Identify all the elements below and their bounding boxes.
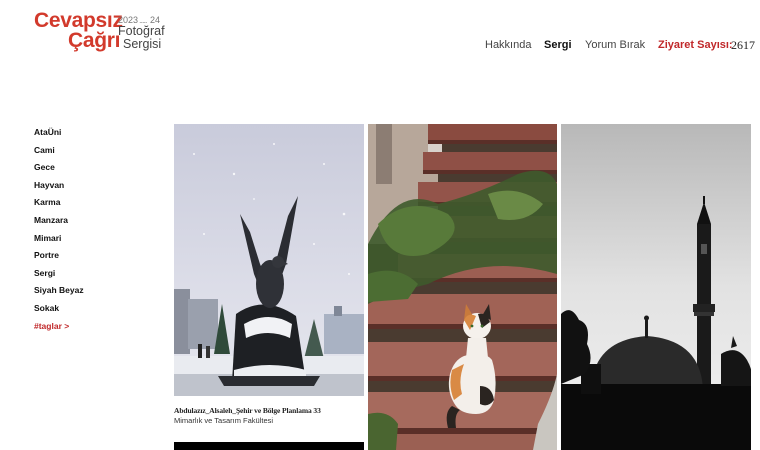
sidebar-item-siyah-beyaz[interactable]: Siyah Beyaz bbox=[34, 284, 154, 302]
sidebar-item-mimari[interactable]: Mimari bbox=[34, 232, 154, 250]
mosque-silhouette-image bbox=[561, 124, 751, 450]
sidebar-item-gece[interactable]: Gece bbox=[34, 161, 154, 179]
sidebar-item-portre[interactable]: Portre bbox=[34, 249, 154, 267]
gallery-photo-mosque-silhouette[interactable] bbox=[561, 124, 751, 450]
gallery-photo-cat-on-stairs[interactable] bbox=[368, 124, 557, 450]
top-nav: Hakkında Sergi Yorum Bırak Ziyaret Sayıs… bbox=[0, 38, 760, 55]
gallery-photo-next-partial[interactable] bbox=[174, 442, 364, 450]
nav-link-about[interactable]: Hakkında bbox=[485, 39, 531, 51]
photo-caption-faculty: Mimarlık ve Tasarım Fakültesi bbox=[174, 416, 274, 425]
sidebar-item-ataüni[interactable]: AtaÜni bbox=[34, 126, 154, 144]
eagle-statue-image bbox=[174, 124, 364, 396]
sidebar-item-hayvan[interactable]: Hayvan bbox=[34, 179, 154, 197]
photo-caption-title: Abdulazız_Alsaleh_Şehir ve Bölge Planlam… bbox=[174, 406, 321, 415]
visit-count-value: 2617 bbox=[731, 38, 755, 52]
category-sidebar: AtaÜni Cami Gece Hayvan Karma Manzara Mi… bbox=[34, 126, 154, 337]
sidebar-item-manzara[interactable]: Manzara bbox=[34, 214, 154, 232]
cat-on-stairs-image bbox=[368, 124, 557, 450]
sidebar-item-sokak[interactable]: Sokak bbox=[34, 302, 154, 320]
nav-link-comment[interactable]: Yorum Bırak bbox=[585, 39, 645, 51]
sidebar-item-cami[interactable]: Cami bbox=[34, 144, 154, 162]
nav-link-gallery[interactable]: Sergi bbox=[544, 39, 572, 51]
sidebar-item-sergi[interactable]: Sergi bbox=[34, 267, 154, 285]
gallery-photo-eagle-statue[interactable] bbox=[174, 124, 364, 396]
sidebar-item-karma[interactable]: Karma bbox=[34, 196, 154, 214]
visit-count-label: Ziyaret Sayısı: bbox=[658, 39, 733, 51]
sidebar-tags-link[interactable]: #taglar > bbox=[34, 320, 154, 338]
